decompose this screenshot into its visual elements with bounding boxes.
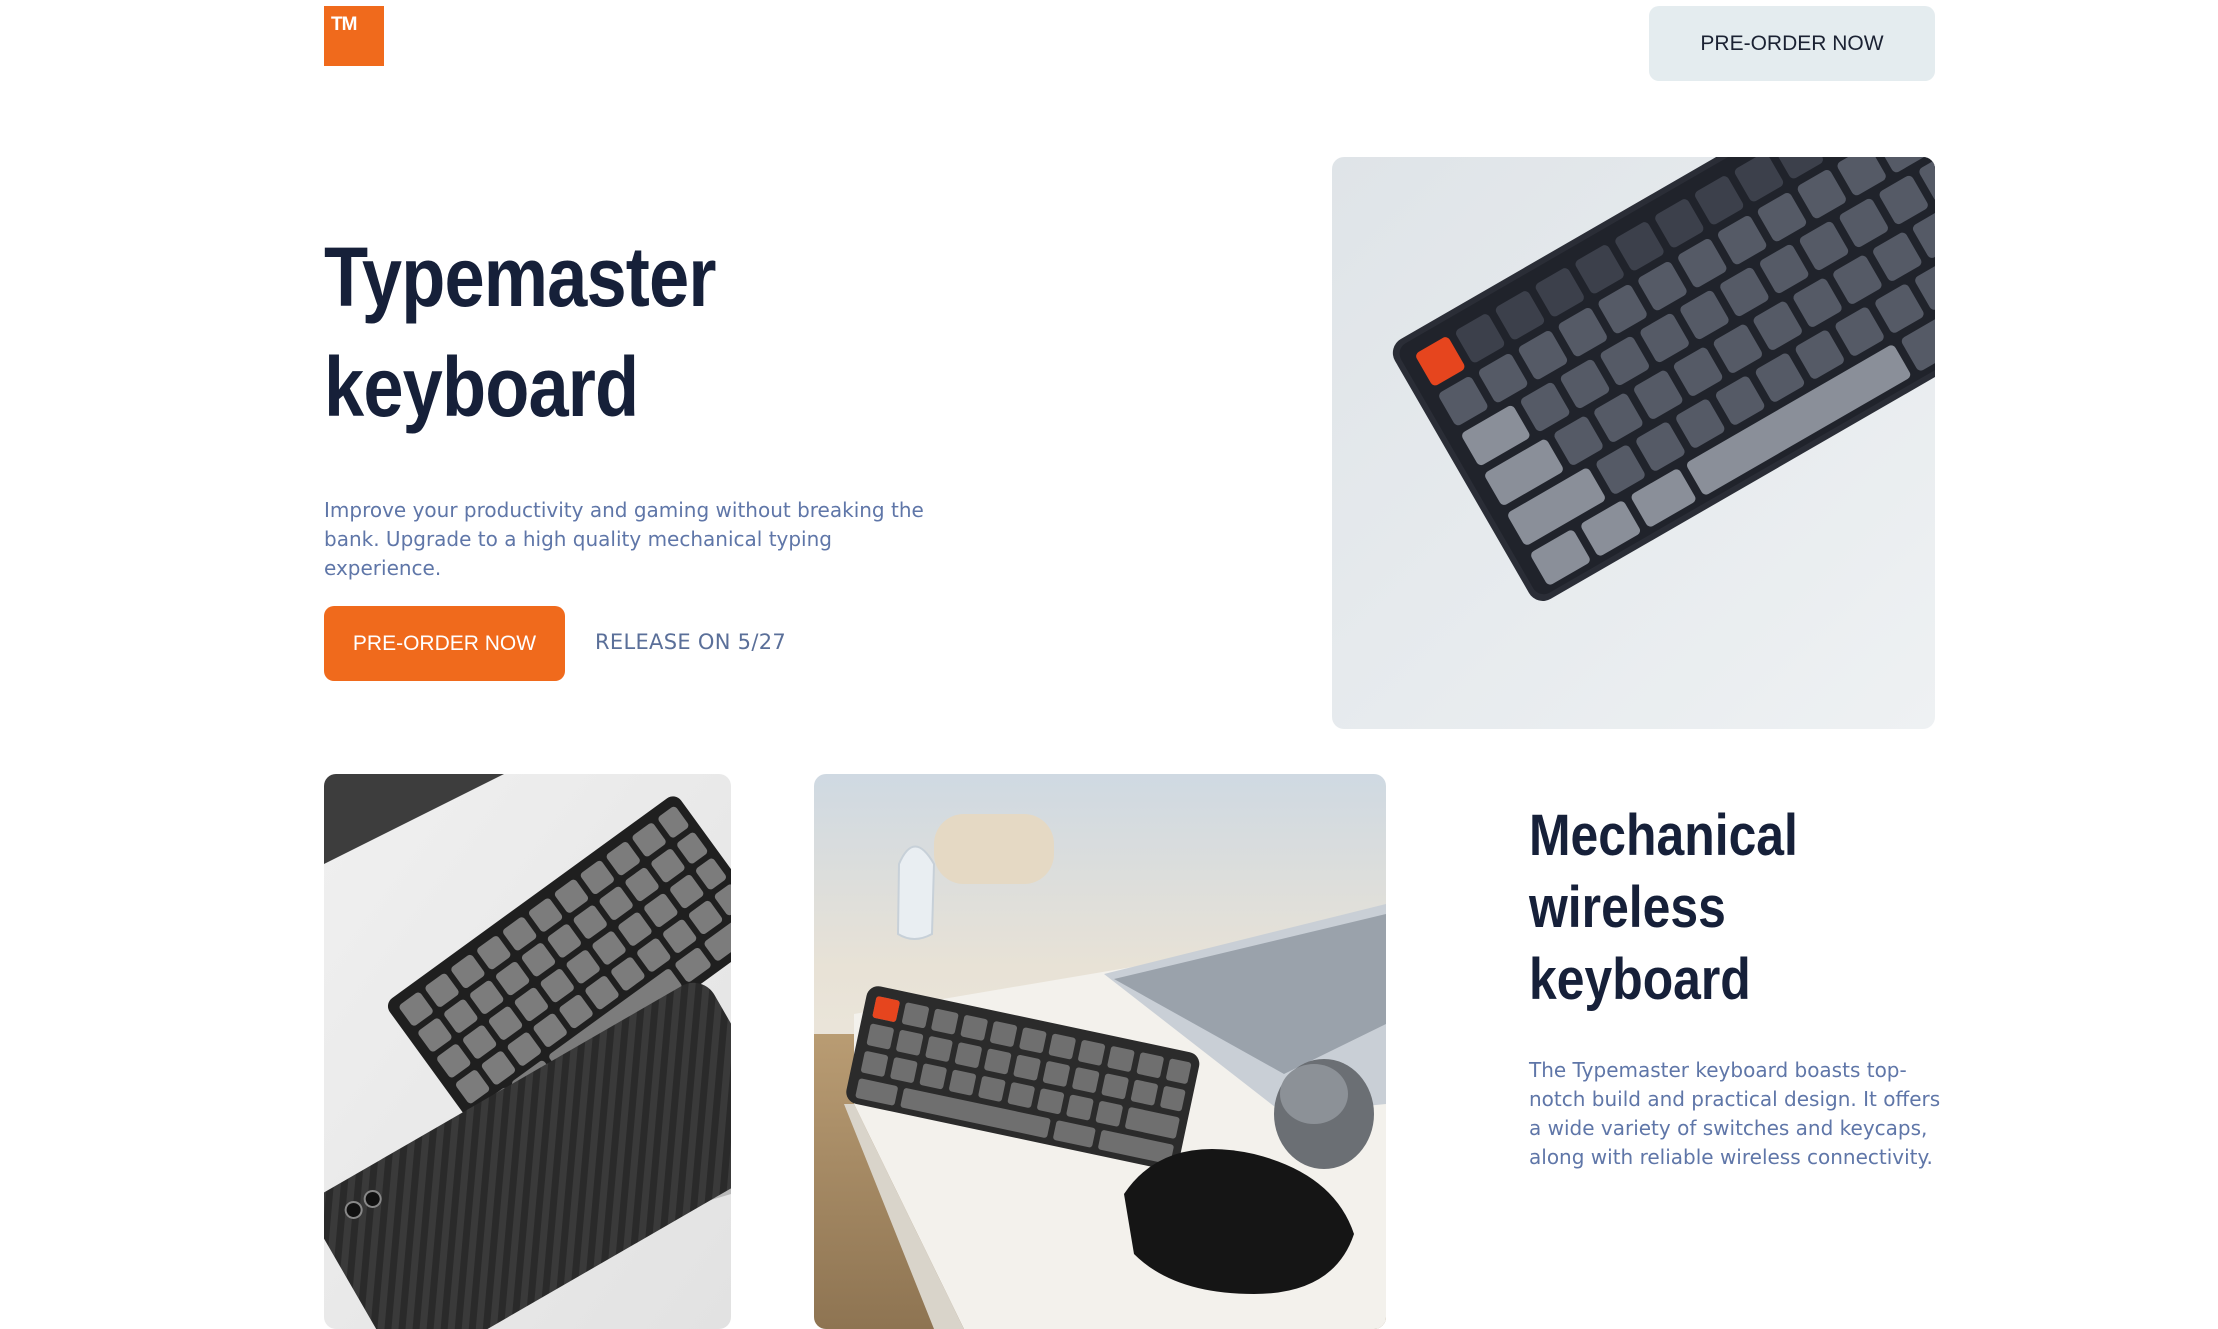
keyboard-on-desk-image	[814, 774, 1386, 1329]
hero-preorder-button[interactable]: PRE-ORDER NOW	[324, 606, 565, 681]
feature-title: Mechanical wireless keyboard	[1529, 803, 1798, 1012]
hero-keyboard-image	[1332, 157, 1935, 729]
landing-page: TM PRE-ORDER NOW Typemaster keyboard Imp…	[0, 0, 2218, 1329]
release-date-text: RELEASE ON 5/27	[595, 630, 787, 654]
keyboard-with-phone-image	[324, 774, 731, 1329]
feature-description: The Typemaster keyboard boasts top-notch…	[1529, 1058, 1941, 1169]
brand-logo[interactable]: TM	[324, 6, 384, 66]
hero-description: Improve your productivity and gaming wit…	[324, 498, 924, 580]
header-preorder-button[interactable]: PRE-ORDER NOW	[1649, 6, 1935, 81]
logo-text: TM	[331, 14, 357, 35]
hero-title: Typemaster keyboard	[324, 230, 716, 434]
